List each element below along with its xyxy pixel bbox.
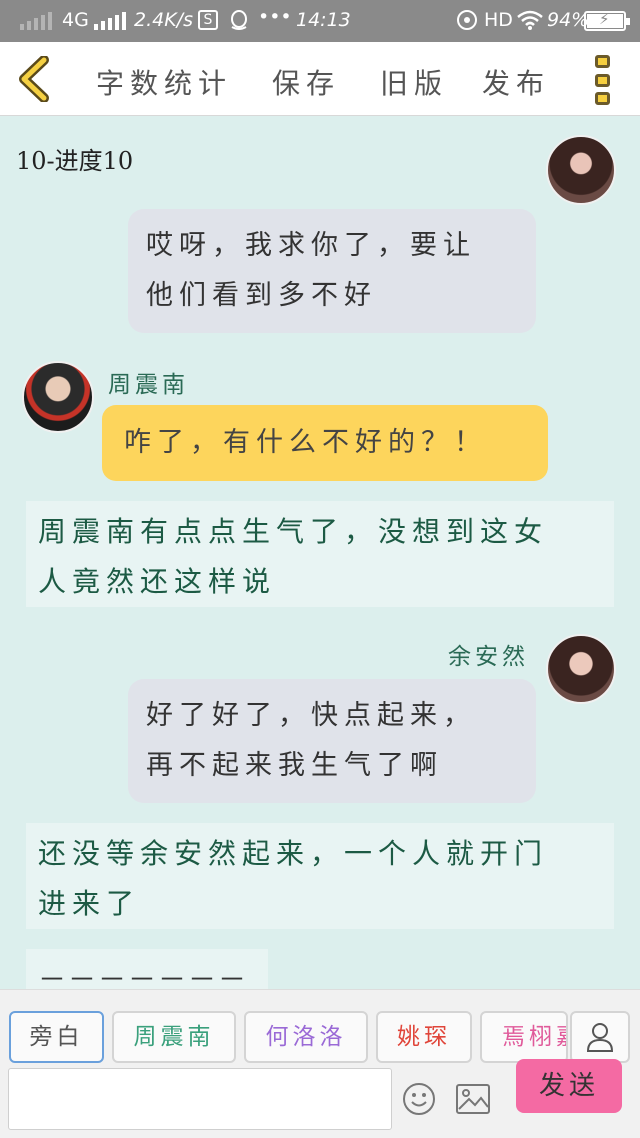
- bubble-line: 再不起来我生气了啊: [146, 750, 443, 781]
- narration-divider[interactable]: －－－－－－－: [26, 949, 268, 989]
- battery-percent: 94%: [547, 9, 590, 31]
- narration-line: 人竟然还这样说: [38, 565, 277, 598]
- person-icon: [586, 1023, 614, 1052]
- chat-area[interactable]: 10-进度10 哎呀，我求你了，要让 他们看到多不好 周震南 咋了，有什么不好的…: [0, 117, 640, 989]
- avatar-yu-anran[interactable]: [546, 634, 616, 704]
- speaker-name-zhou: 周震南: [108, 372, 189, 398]
- editor-header: 字数统计 保存 旧版 发布: [0, 42, 640, 116]
- speaker-name-yu: 余安然: [448, 644, 529, 670]
- avatar-yu-anran[interactable]: [546, 135, 616, 205]
- qq-icon: [228, 9, 250, 36]
- narration-block[interactable]: 还没等余安然起来，一个人就开门 进来了: [26, 823, 614, 929]
- more-menu-icon[interactable]: [595, 55, 615, 105]
- message-input[interactable]: [8, 1068, 392, 1130]
- send-button[interactable]: 发送: [516, 1059, 622, 1113]
- clock: 14:13: [296, 9, 351, 31]
- vibrate-icon: [456, 9, 478, 36]
- battery-icon: ⚡: [584, 10, 630, 31]
- wifi-icon: [516, 9, 544, 36]
- signal-strength-icon: [20, 12, 52, 30]
- bubble-line: 好了好了，快点起来，: [146, 700, 476, 731]
- bubble-line: 他们看到多不好: [146, 280, 377, 311]
- publish-button[interactable]: 发布: [482, 62, 550, 102]
- status-bar: 4G 2.4K/s S ••• 14:13 HD 94% ⚡: [0, 0, 640, 42]
- chat-bubble-yu[interactable]: 好了好了，快点起来， 再不起来我生气了啊: [128, 679, 536, 803]
- chapter-title: 10-进度10: [16, 147, 134, 175]
- bubble-line: 哎呀，我求你了，要让: [146, 230, 476, 261]
- chat-bubble-yu[interactable]: 哎呀，我求你了，要让 他们看到多不好: [128, 209, 536, 333]
- narration-line: 周震南有点点生气了，没想到这女: [38, 515, 549, 548]
- word-count-button[interactable]: 字数统计: [96, 62, 232, 102]
- narration-line: 还没等余安然起来，一个人就开门: [38, 837, 549, 870]
- role-tab-narrator[interactable]: 旁白: [9, 1011, 104, 1063]
- chat-bubble-zhou[interactable]: 咋了，有什么不好的？！: [102, 405, 548, 481]
- image-icon[interactable]: [455, 1083, 491, 1115]
- add-character-button[interactable]: [570, 1011, 630, 1063]
- back-arrow-icon[interactable]: [14, 56, 54, 102]
- input-bar: 旁白 周震南 何洛洛 姚琛 焉栩嘉 发送: [0, 989, 640, 1138]
- network-speed: 2.4K/s: [134, 9, 193, 31]
- s-badge-icon: S: [198, 10, 218, 30]
- narration-block[interactable]: 周震南有点点生气了，没想到这女 人竟然还这样说: [26, 501, 614, 607]
- more-notifications-icon: •••: [258, 6, 292, 28]
- role-tab-he[interactable]: 何洛洛: [244, 1011, 368, 1063]
- signal-strength-icon: [94, 12, 126, 30]
- hd-badge: HD: [484, 9, 513, 31]
- emoji-icon[interactable]: [402, 1082, 436, 1116]
- role-tab-zhou[interactable]: 周震南: [112, 1011, 236, 1063]
- save-button[interactable]: 保存: [272, 62, 340, 102]
- old-version-button[interactable]: 旧版: [380, 62, 448, 102]
- role-tab-yao[interactable]: 姚琛: [376, 1011, 472, 1063]
- network-type: 4G: [62, 9, 89, 31]
- narration-line: 进来了: [38, 887, 141, 920]
- role-tab-yan[interactable]: 焉栩嘉: [480, 1011, 568, 1063]
- avatar-zhou-zhennan[interactable]: [22, 361, 94, 433]
